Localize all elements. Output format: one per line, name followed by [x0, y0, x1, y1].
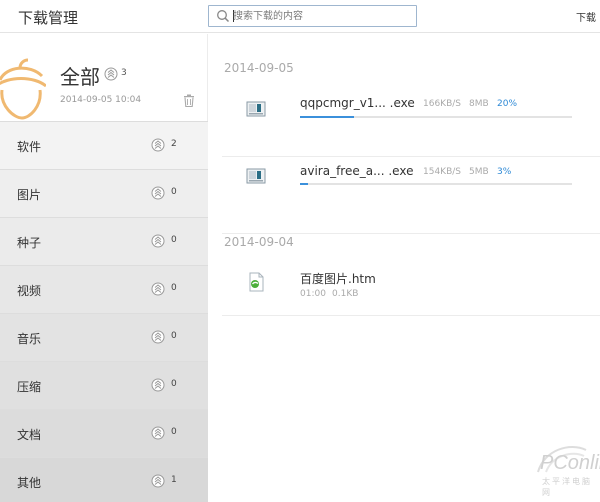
search-box[interactable] — [208, 5, 417, 27]
acorn-icon — [0, 58, 46, 120]
file-name: qqpcmgr_v1... .exe — [300, 96, 415, 110]
file-size: 5MB — [469, 167, 489, 177]
download-speed: 154KB/S — [423, 167, 461, 177]
download-badge-icon — [104, 67, 118, 81]
progress-fill — [300, 183, 309, 185]
category-label: 压缩 — [17, 380, 42, 394]
file-size: 0.1KB — [332, 289, 359, 299]
sidebar-item-all[interactable]: 全部 3 2014-09-05 10:04 — [0, 34, 208, 121]
download-badge-icon — [151, 282, 165, 296]
exe-file-icon — [246, 101, 266, 117]
category-label: 图片 — [17, 188, 42, 202]
category-label: 其他 — [17, 476, 42, 490]
download-badge-icon — [151, 138, 165, 152]
file-time: 01:00 — [300, 289, 326, 299]
file-name: 百度图片.htm — [300, 272, 376, 286]
download-badge-icon — [151, 186, 165, 200]
category-list: 软件 2 图片 0 种子 0 视频 0 音乐 0 压缩 0 文档 0 其他 1 — [0, 121, 208, 502]
category-count: 0 — [171, 283, 177, 293]
sidebar-item-documents[interactable]: 文档 0 — [0, 409, 208, 457]
download-badge-icon — [151, 330, 165, 344]
category-count: 0 — [171, 235, 177, 245]
search-input[interactable] — [233, 8, 411, 24]
top-bar: 下载管理 下载 — [0, 0, 600, 33]
sidebar-item-music[interactable]: 音乐 0 — [0, 313, 208, 361]
download-list: 2014-09-05 qqpcmgr_v1... .exe 166KB/S 8M… — [208, 34, 600, 502]
download-item[interactable]: qqpcmgr_v1... .exe 166KB/S 8MB 20% — [222, 81, 600, 157]
download-percent: 3% — [497, 167, 512, 177]
all-title: 全部 — [60, 65, 100, 89]
pconline-watermark: PConline 太平洋电脑网 — [500, 436, 600, 502]
all-count: 3 — [121, 68, 127, 78]
category-label: 种子 — [17, 236, 42, 250]
category-label: 音乐 — [17, 332, 42, 346]
sidebar-item-software[interactable]: 软件 2 — [0, 121, 208, 169]
search-icon — [217, 10, 230, 23]
watermark-brand: PConline — [540, 452, 600, 474]
file-name: avira_free_a... .exe — [300, 164, 414, 178]
date-header: 2014-09-05 — [224, 61, 294, 75]
progress-bar — [300, 183, 572, 185]
category-count: 1 — [171, 475, 177, 485]
category-count: 0 — [171, 331, 177, 341]
progress-bar — [300, 116, 572, 118]
download-badge-icon — [151, 474, 165, 488]
watermark-sub: 太平洋电脑网 — [542, 477, 592, 497]
all-date: 2014-09-05 10:04 — [60, 95, 142, 105]
sidebar-item-torrents[interactable]: 种子 0 — [0, 217, 208, 265]
exe-file-icon — [246, 168, 266, 184]
file-size: 8MB — [469, 99, 489, 109]
download-badge-icon — [151, 378, 165, 392]
html-file-icon — [249, 272, 264, 292]
category-count: 0 — [171, 427, 177, 437]
download-speed: 166KB/S — [423, 99, 461, 109]
sidebar: 全部 3 2014-09-05 10:04 软件 2 图片 0 种子 0 视频 … — [0, 34, 208, 502]
category-label: 视频 — [17, 284, 42, 298]
category-label: 软件 — [17, 140, 42, 154]
sidebar-item-archives[interactable]: 压缩 0 — [0, 361, 208, 409]
category-count: 0 — [171, 187, 177, 197]
progress-fill — [300, 116, 355, 118]
category-label: 文档 — [17, 428, 42, 442]
header-right-label[interactable]: 下载 — [576, 9, 596, 24]
trash-icon[interactable] — [183, 94, 195, 107]
date-header: 2014-09-04 — [224, 235, 294, 249]
download-item[interactable]: 百度图片.htm 01:00 0.1KB — [222, 254, 600, 316]
download-badge-icon — [151, 234, 165, 248]
download-percent: 20% — [497, 99, 518, 109]
download-item[interactable]: avira_free_a... .exe 154KB/S 5MB 3% — [222, 158, 600, 234]
download-badge-icon — [151, 426, 165, 440]
category-count: 0 — [171, 379, 177, 389]
sidebar-item-videos[interactable]: 视频 0 — [0, 265, 208, 313]
app-title: 下载管理 — [18, 9, 79, 27]
sidebar-item-other[interactable]: 其他 1 — [0, 457, 208, 502]
sidebar-item-images[interactable]: 图片 0 — [0, 169, 208, 217]
category-count: 2 — [171, 139, 177, 149]
